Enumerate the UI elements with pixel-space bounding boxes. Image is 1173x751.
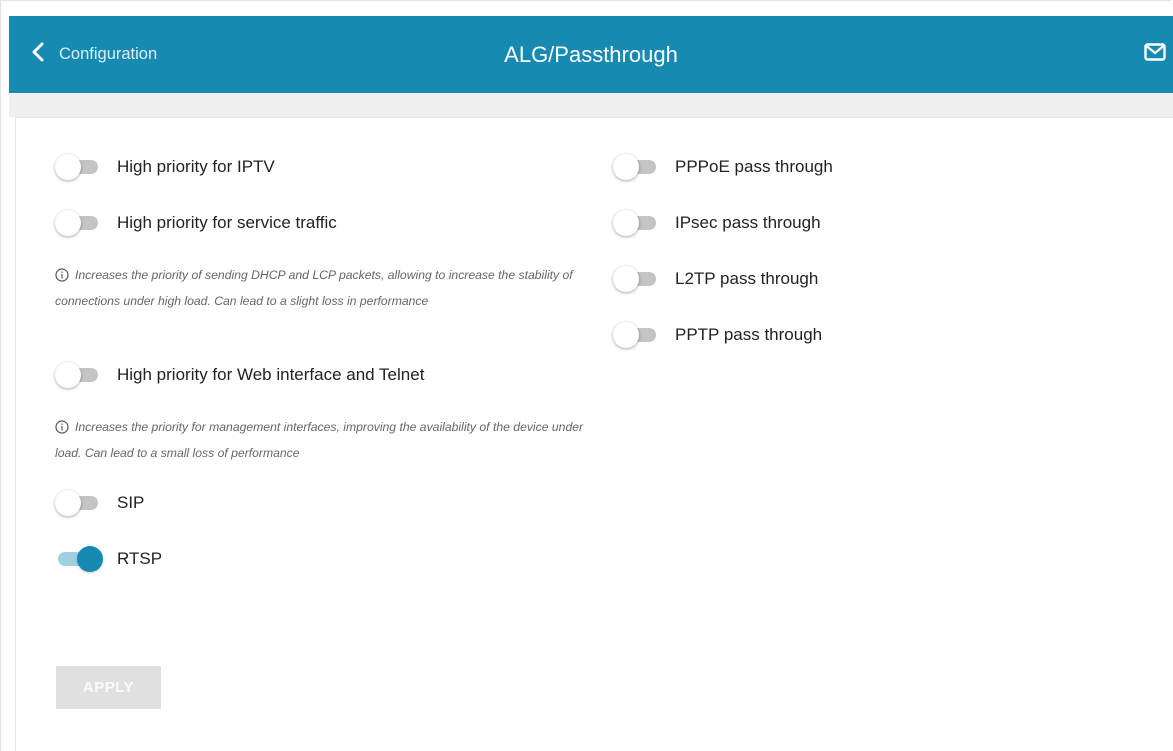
web-priority-hint-text: Increases the priority for management in… (55, 420, 584, 460)
l2tp-passthrough-switch[interactable] (613, 266, 657, 292)
sip-switch[interactable] (55, 490, 99, 516)
web-priority-hint: Increases the priority for management in… (55, 414, 585, 466)
toggle-web-priority[interactable]: High priority for Web interface and Teln… (55, 362, 424, 388)
service-priority-hint: Increases the priority of sending DHCP a… (55, 262, 585, 314)
iptv-priority-label: High priority for IPTV (117, 157, 275, 176)
toggle-iptv-priority[interactable]: High priority for IPTV (55, 154, 275, 180)
header-bar: Configuration ALG/Passthrough (9, 16, 1173, 93)
iptv-priority-switch[interactable] (55, 154, 99, 180)
back-label: Configuration (59, 45, 158, 63)
pppoe-passthrough-label: PPPoE pass through (675, 157, 833, 176)
pppoe-passthrough-switch[interactable] (613, 154, 657, 180)
toggle-rtsp[interactable]: RTSP (55, 546, 162, 572)
service-priority-label: High priority for service traffic (117, 213, 337, 232)
rtsp-switch[interactable] (55, 546, 103, 572)
notifications-button[interactable] (1142, 42, 1168, 66)
chevron-left-icon (31, 42, 45, 67)
pptp-passthrough-switch[interactable] (613, 322, 657, 348)
web-priority-label: High priority for Web interface and Teln… (117, 365, 425, 384)
l2tp-passthrough-label: L2TP pass through (675, 269, 819, 288)
toggle-ipsec-passthrough[interactable]: IPsec pass through (613, 210, 821, 236)
apply-button[interactable]: APPLY (56, 666, 161, 709)
service-priority-hint-text: Increases the priority of sending DHCP a… (55, 268, 573, 308)
mail-icon (1144, 42, 1166, 66)
page-title: ALG/Passthrough (504, 41, 678, 67)
toggle-pppoe-passthrough[interactable]: PPPoE pass through (613, 154, 833, 180)
info-icon (55, 265, 69, 282)
header-shadow-band (9, 93, 1173, 117)
toggle-l2tp-passthrough[interactable]: L2TP pass through (613, 266, 818, 292)
back-button[interactable]: Configuration (31, 16, 157, 93)
toggle-service-priority[interactable]: High priority for service traffic (55, 210, 337, 236)
ipsec-passthrough-label: IPsec pass through (675, 213, 821, 232)
web-priority-switch[interactable] (55, 362, 99, 388)
ipsec-passthrough-switch[interactable] (613, 210, 657, 236)
info-icon (55, 417, 69, 434)
toggle-pptp-passthrough[interactable]: PPTP pass through (613, 322, 822, 348)
service-priority-switch[interactable] (55, 210, 99, 236)
pptp-passthrough-label: PPTP pass through (675, 325, 823, 344)
rtsp-label: RTSP (117, 549, 163, 568)
sip-label: SIP (117, 493, 145, 512)
toggle-sip[interactable]: SIP (55, 490, 144, 516)
